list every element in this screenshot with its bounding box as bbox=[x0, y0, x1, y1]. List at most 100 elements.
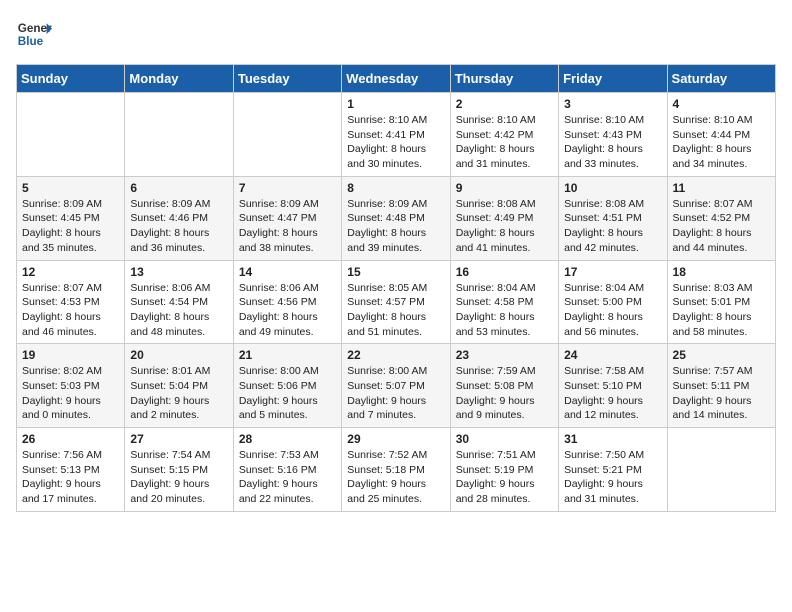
day-number: 3 bbox=[564, 97, 661, 111]
day-number: 28 bbox=[239, 432, 336, 446]
day-number: 12 bbox=[22, 265, 119, 279]
day-info: Sunrise: 7:59 AMSunset: 5:08 PMDaylight:… bbox=[456, 364, 553, 423]
day-number: 14 bbox=[239, 265, 336, 279]
day-number: 11 bbox=[673, 181, 770, 195]
calendar-cell: 23 Sunrise: 7:59 AMSunset: 5:08 PMDayligh… bbox=[450, 344, 558, 428]
day-number: 6 bbox=[130, 181, 227, 195]
calendar-cell: 4 Sunrise: 8:10 AMSunset: 4:44 PMDaylight… bbox=[667, 93, 775, 177]
calendar-week-4: 19 Sunrise: 8:02 AMSunset: 5:03 PMDayligh… bbox=[17, 344, 776, 428]
day-number: 25 bbox=[673, 348, 770, 362]
day-info: Sunrise: 8:07 AMSunset: 4:53 PMDaylight:… bbox=[22, 281, 119, 340]
day-number: 29 bbox=[347, 432, 444, 446]
day-number: 31 bbox=[564, 432, 661, 446]
day-number: 9 bbox=[456, 181, 553, 195]
day-info: Sunrise: 7:53 AMSunset: 5:16 PMDaylight:… bbox=[239, 448, 336, 507]
day-number: 27 bbox=[130, 432, 227, 446]
day-number: 20 bbox=[130, 348, 227, 362]
weekday-header-row: SundayMondayTuesdayWednesdayThursdayFrid… bbox=[17, 65, 776, 93]
day-info: Sunrise: 8:00 AMSunset: 5:07 PMDaylight:… bbox=[347, 364, 444, 423]
weekday-header-wednesday: Wednesday bbox=[342, 65, 450, 93]
calendar-cell: 24 Sunrise: 7:58 AMSunset: 5:10 PMDayligh… bbox=[559, 344, 667, 428]
day-info: Sunrise: 8:07 AMSunset: 4:52 PMDaylight:… bbox=[673, 197, 770, 256]
weekday-header-saturday: Saturday bbox=[667, 65, 775, 93]
day-info: Sunrise: 7:57 AMSunset: 5:11 PMDaylight:… bbox=[673, 364, 770, 423]
day-info: Sunrise: 8:05 AMSunset: 4:57 PMDaylight:… bbox=[347, 281, 444, 340]
day-info: Sunrise: 7:51 AMSunset: 5:19 PMDaylight:… bbox=[456, 448, 553, 507]
calendar-cell: 28 Sunrise: 7:53 AMSunset: 5:16 PMDayligh… bbox=[233, 428, 341, 512]
day-info: Sunrise: 8:09 AMSunset: 4:45 PMDaylight:… bbox=[22, 197, 119, 256]
day-number: 10 bbox=[564, 181, 661, 195]
day-info: Sunrise: 8:10 AMSunset: 4:42 PMDaylight:… bbox=[456, 113, 553, 172]
day-number: 26 bbox=[22, 432, 119, 446]
day-info: Sunrise: 8:10 AMSunset: 4:41 PMDaylight:… bbox=[347, 113, 444, 172]
day-number: 21 bbox=[239, 348, 336, 362]
calendar-cell: 10Sunrise: 8:08 AMSunset: 4:51 PMDayligh… bbox=[559, 176, 667, 260]
calendar-cell: 13Sunrise: 8:06 AMSunset: 4:54 PMDayligh… bbox=[125, 260, 233, 344]
calendar-cell bbox=[233, 93, 341, 177]
day-info: Sunrise: 8:09 AMSunset: 4:48 PMDaylight:… bbox=[347, 197, 444, 256]
calendar-week-3: 12 Sunrise: 8:07 AMSunset: 4:53 PMDayligh… bbox=[17, 260, 776, 344]
day-number: 22 bbox=[347, 348, 444, 362]
calendar-week-5: 26 Sunrise: 7:56 AMSunset: 5:13 PMDayligh… bbox=[17, 428, 776, 512]
calendar-cell: 31 Sunrise: 7:50 AMSunset: 5:21 PMDayligh… bbox=[559, 428, 667, 512]
calendar-cell: 20 Sunrise: 8:01 AMSunset: 5:04 PMDayligh… bbox=[125, 344, 233, 428]
day-number: 24 bbox=[564, 348, 661, 362]
calendar-cell: 19 Sunrise: 8:02 AMSunset: 5:03 PMDayligh… bbox=[17, 344, 125, 428]
calendar-cell: 16 Sunrise: 8:04 AMSunset: 4:58 PMDayligh… bbox=[450, 260, 558, 344]
day-info: Sunrise: 8:06 AMSunset: 4:56 PMDaylight:… bbox=[239, 281, 336, 340]
calendar-cell: 21Sunrise: 8:00 AMSunset: 5:06 PMDayligh… bbox=[233, 344, 341, 428]
calendar-cell: 12 Sunrise: 8:07 AMSunset: 4:53 PMDayligh… bbox=[17, 260, 125, 344]
calendar-cell: 14 Sunrise: 8:06 AMSunset: 4:56 PMDayligh… bbox=[233, 260, 341, 344]
calendar-cell: 6 Sunrise: 8:09 AMSunset: 4:46 PMDaylight… bbox=[125, 176, 233, 260]
calendar-cell: 25 Sunrise: 7:57 AMSunset: 5:11 PMDayligh… bbox=[667, 344, 775, 428]
calendar-week-1: 1 Sunrise: 8:10 AMSunset: 4:41 PMDaylight… bbox=[17, 93, 776, 177]
logo: General Blue bbox=[16, 16, 52, 52]
weekday-header-sunday: Sunday bbox=[17, 65, 125, 93]
weekday-header-thursday: Thursday bbox=[450, 65, 558, 93]
calendar-cell: 26 Sunrise: 7:56 AMSunset: 5:13 PMDayligh… bbox=[17, 428, 125, 512]
calendar-table: SundayMondayTuesdayWednesdayThursdayFrid… bbox=[16, 64, 776, 512]
calendar-cell: 1 Sunrise: 8:10 AMSunset: 4:41 PMDaylight… bbox=[342, 93, 450, 177]
day-number: 8 bbox=[347, 181, 444, 195]
day-info: Sunrise: 8:06 AMSunset: 4:54 PMDaylight:… bbox=[130, 281, 227, 340]
day-number: 2 bbox=[456, 97, 553, 111]
day-info: Sunrise: 7:50 AMSunset: 5:21 PMDaylight:… bbox=[564, 448, 661, 507]
day-number: 19 bbox=[22, 348, 119, 362]
day-number: 1 bbox=[347, 97, 444, 111]
calendar-cell: 8 Sunrise: 8:09 AMSunset: 4:48 PMDaylight… bbox=[342, 176, 450, 260]
weekday-header-friday: Friday bbox=[559, 65, 667, 93]
day-info: Sunrise: 7:52 AMSunset: 5:18 PMDaylight:… bbox=[347, 448, 444, 507]
calendar-week-2: 5 Sunrise: 8:09 AMSunset: 4:45 PMDaylight… bbox=[17, 176, 776, 260]
day-info: Sunrise: 8:03 AMSunset: 5:01 PMDaylight:… bbox=[673, 281, 770, 340]
calendar-cell: 9Sunrise: 8:08 AMSunset: 4:49 PMDaylight… bbox=[450, 176, 558, 260]
calendar-cell: 17Sunrise: 8:04 AMSunset: 5:00 PMDayligh… bbox=[559, 260, 667, 344]
calendar-cell: 27 Sunrise: 7:54 AMSunset: 5:15 PMDayligh… bbox=[125, 428, 233, 512]
calendar-cell: 3Sunrise: 8:10 AMSunset: 4:43 PMDaylight… bbox=[559, 93, 667, 177]
day-info: Sunrise: 7:54 AMSunset: 5:15 PMDaylight:… bbox=[130, 448, 227, 507]
day-number: 4 bbox=[673, 97, 770, 111]
day-info: Sunrise: 8:10 AMSunset: 4:44 PMDaylight:… bbox=[673, 113, 770, 172]
day-info: Sunrise: 8:09 AMSunset: 4:47 PMDaylight:… bbox=[239, 197, 336, 256]
calendar-cell: 18Sunrise: 8:03 AMSunset: 5:01 PMDayligh… bbox=[667, 260, 775, 344]
day-info: Sunrise: 8:09 AMSunset: 4:46 PMDaylight:… bbox=[130, 197, 227, 256]
logo-icon: General Blue bbox=[16, 16, 52, 52]
calendar-cell: 15 Sunrise: 8:05 AMSunset: 4:57 PMDayligh… bbox=[342, 260, 450, 344]
day-number: 23 bbox=[456, 348, 553, 362]
calendar-cell: 22 Sunrise: 8:00 AMSunset: 5:07 PMDayligh… bbox=[342, 344, 450, 428]
calendar-cell: 7 Sunrise: 8:09 AMSunset: 4:47 PMDaylight… bbox=[233, 176, 341, 260]
day-number: 16 bbox=[456, 265, 553, 279]
day-number: 5 bbox=[22, 181, 119, 195]
day-info: Sunrise: 8:02 AMSunset: 5:03 PMDaylight:… bbox=[22, 364, 119, 423]
page-header: General Blue bbox=[16, 16, 776, 52]
day-info: Sunrise: 8:01 AMSunset: 5:04 PMDaylight:… bbox=[130, 364, 227, 423]
calendar-cell: 29 Sunrise: 7:52 AMSunset: 5:18 PMDayligh… bbox=[342, 428, 450, 512]
day-number: 7 bbox=[239, 181, 336, 195]
day-info: Sunrise: 7:56 AMSunset: 5:13 PMDaylight:… bbox=[22, 448, 119, 507]
day-info: Sunrise: 8:04 AMSunset: 4:58 PMDaylight:… bbox=[456, 281, 553, 340]
day-info: Sunrise: 7:58 AMSunset: 5:10 PMDaylight:… bbox=[564, 364, 661, 423]
calendar-cell: 2 Sunrise: 8:10 AMSunset: 4:42 PMDaylight… bbox=[450, 93, 558, 177]
day-number: 30 bbox=[456, 432, 553, 446]
calendar-cell: 11 Sunrise: 8:07 AMSunset: 4:52 PMDayligh… bbox=[667, 176, 775, 260]
calendar-cell bbox=[667, 428, 775, 512]
day-number: 15 bbox=[347, 265, 444, 279]
